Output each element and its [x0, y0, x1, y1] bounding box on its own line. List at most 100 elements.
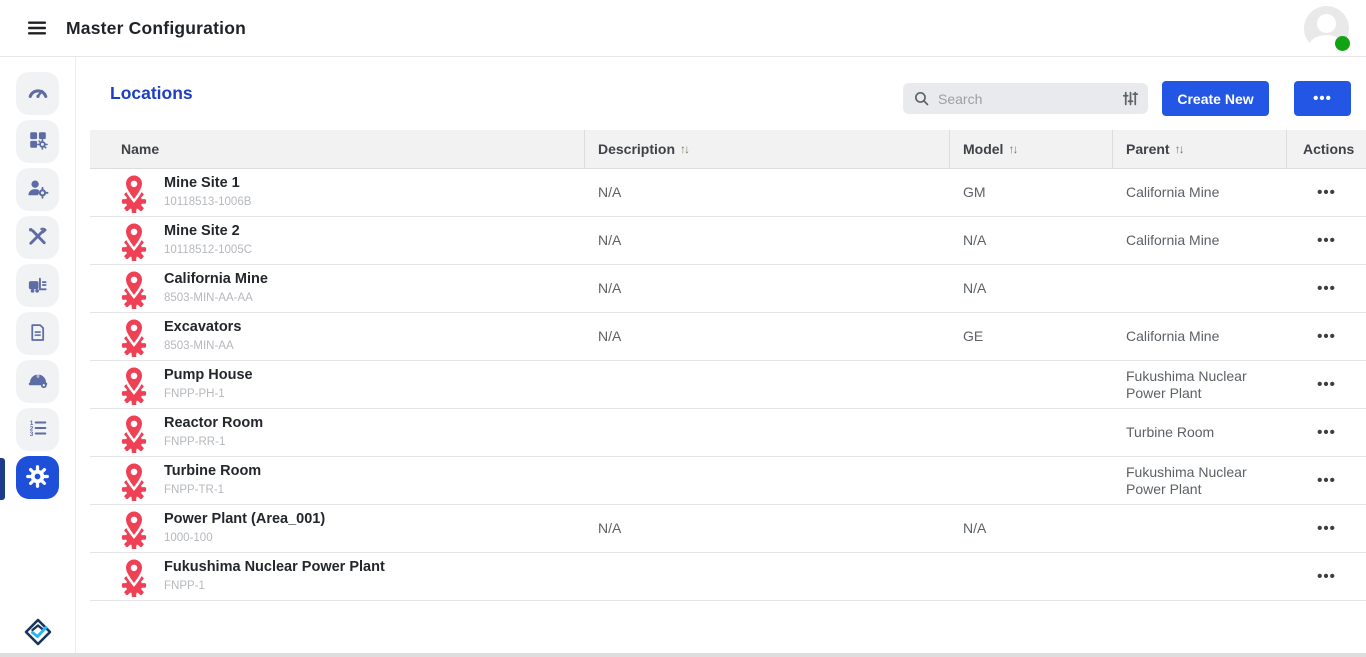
- location-parent: California Mine: [1113, 328, 1287, 345]
- location-model: GE: [950, 328, 1113, 345]
- forklift-icon: [26, 273, 49, 299]
- location-parent: California Mine: [1113, 184, 1287, 201]
- hard-hat-icon: [26, 368, 50, 395]
- location-pin-gear-icon: [116, 413, 152, 453]
- sidebar-item-documents[interactable]: [16, 312, 59, 355]
- location-pin-gear-icon: [116, 509, 152, 549]
- column-header-model[interactable]: Model ↑↓: [950, 130, 1113, 168]
- active-nav-indicator: [0, 458, 5, 500]
- location-pin-gear-icon: [116, 173, 152, 213]
- location-pin-gear-icon: [116, 317, 152, 357]
- page-title: Locations: [110, 83, 193, 104]
- gear-icon: [26, 465, 49, 491]
- location-name: Pump House: [164, 367, 253, 384]
- row-actions-button[interactable]: •••: [1317, 520, 1336, 537]
- location-name: Mine Site 2: [164, 223, 252, 240]
- filter-tune-icon[interactable]: [1121, 89, 1140, 108]
- location-pin-gear-icon: [116, 365, 152, 405]
- column-header-name: Name: [90, 130, 585, 168]
- search-input[interactable]: [938, 91, 1121, 107]
- table-row[interactable]: Fukushima Nuclear Power Plant FNPP-1 •••: [90, 553, 1366, 601]
- sidebar-item-maintenance-tools[interactable]: [16, 216, 59, 259]
- location-parent: Fukushima Nuclear Power Plant: [1113, 464, 1287, 498]
- table-row[interactable]: Power Plant (Area_001) 1000-100 N/A N/A …: [90, 505, 1366, 553]
- sort-icon: ↑↓: [680, 142, 688, 156]
- location-model: N/A: [950, 520, 1113, 537]
- table-row[interactable]: Turbine Room FNPP-TR-1 Fukushima Nuclear…: [90, 457, 1366, 505]
- location-code: FNPP-PH-1: [164, 386, 253, 403]
- location-name: Power Plant (Area_001): [164, 511, 325, 528]
- table-row[interactable]: California Mine 8503-MIN-AA-AA N/A N/A •…: [90, 265, 1366, 313]
- location-name: Turbine Room: [164, 463, 261, 480]
- location-name: California Mine: [164, 271, 268, 288]
- location-code: 10118513-1006B: [164, 194, 251, 211]
- app-title: Master Configuration: [66, 18, 246, 39]
- location-pin-gear-icon: [116, 557, 152, 597]
- table-row[interactable]: Mine Site 2 10118512-1005C N/A N/A Calif…: [90, 217, 1366, 265]
- user-gear-icon: [26, 177, 49, 203]
- table-row[interactable]: Excavators 8503-MIN-AA N/A GE California…: [90, 313, 1366, 361]
- search-box: [903, 83, 1148, 114]
- main-content: Locations Create New •••: [90, 57, 1366, 657]
- location-model: N/A: [950, 280, 1113, 297]
- sort-icon: ↑↓: [1175, 142, 1183, 156]
- toolbar-more-button[interactable]: •••: [1294, 81, 1351, 116]
- location-pin-gear-icon: [116, 221, 152, 261]
- row-actions-button[interactable]: •••: [1317, 328, 1336, 345]
- sidebar: 123: [0, 57, 76, 657]
- gauge-icon: [26, 80, 50, 107]
- location-parent: Turbine Room: [1113, 424, 1287, 441]
- location-parent: California Mine: [1113, 232, 1287, 249]
- location-pin-gear-icon: [116, 269, 152, 309]
- sidebar-item-configuration[interactable]: [16, 456, 59, 499]
- row-actions-button[interactable]: •••: [1317, 184, 1336, 201]
- search-icon: [913, 90, 930, 107]
- table-row[interactable]: Mine Site 1 10118513-1006B N/A GM Califo…: [90, 169, 1366, 217]
- location-pin-gear-icon: [116, 461, 152, 501]
- location-code: FNPP-1: [164, 578, 385, 595]
- sidebar-item-dashboard[interactable]: [16, 72, 59, 115]
- horizontal-scrollbar[interactable]: [0, 653, 1366, 657]
- row-actions-button[interactable]: •••: [1317, 376, 1336, 393]
- sidebar-item-work-order-list[interactable]: 123: [16, 408, 59, 451]
- document-icon: [27, 322, 48, 346]
- row-actions-button[interactable]: •••: [1317, 424, 1336, 441]
- location-code: 10118512-1005C: [164, 242, 252, 259]
- sidebar-item-user-management[interactable]: [16, 168, 59, 211]
- grid-gear-icon: [27, 129, 49, 154]
- location-description: N/A: [585, 184, 950, 201]
- row-actions-button[interactable]: •••: [1317, 232, 1336, 249]
- location-description: N/A: [585, 520, 950, 537]
- location-model: N/A: [950, 232, 1113, 249]
- numbered-list-icon: 123: [27, 417, 49, 442]
- location-name: Reactor Room: [164, 415, 263, 432]
- sidebar-item-equipment[interactable]: [16, 264, 59, 307]
- column-header-actions: Actions: [1287, 130, 1366, 168]
- table-row[interactable]: Pump House FNPP-PH-1 Fukushima Nuclear P…: [90, 361, 1366, 409]
- create-new-button[interactable]: Create New: [1162, 81, 1269, 116]
- location-code: FNPP-RR-1: [164, 434, 263, 451]
- sidebar-item-modules[interactable]: [16, 120, 59, 163]
- location-code: FNPP-TR-1: [164, 482, 261, 499]
- location-description: N/A: [585, 328, 950, 345]
- location-name: Fukushima Nuclear Power Plant: [164, 559, 385, 576]
- column-header-parent[interactable]: Parent ↑↓: [1113, 130, 1287, 168]
- wrench-screwdriver-icon: [26, 225, 49, 251]
- row-actions-button[interactable]: •••: [1317, 280, 1336, 297]
- top-bar: Master Configuration: [0, 0, 1366, 57]
- user-avatar[interactable]: [1304, 6, 1349, 51]
- row-actions-button[interactable]: •••: [1317, 472, 1336, 489]
- location-model: GM: [950, 184, 1113, 201]
- table-row[interactable]: Reactor Room FNPP-RR-1 Turbine Room •••: [90, 409, 1366, 457]
- location-code: 8503-MIN-AA-AA: [164, 290, 268, 307]
- location-parent: Fukushima Nuclear Power Plant: [1113, 368, 1287, 402]
- sort-icon: ↑↓: [1008, 142, 1016, 156]
- row-actions-button[interactable]: •••: [1317, 568, 1336, 585]
- location-code: 8503-MIN-AA: [164, 338, 241, 355]
- column-header-description[interactable]: Description ↑↓: [585, 130, 950, 168]
- sidebar-item-safety[interactable]: [16, 360, 59, 403]
- menu-hamburger-icon[interactable]: [22, 13, 52, 43]
- page-toolbar: Locations Create New •••: [90, 57, 1366, 130]
- location-description: N/A: [585, 280, 950, 297]
- online-status-dot: [1335, 36, 1350, 51]
